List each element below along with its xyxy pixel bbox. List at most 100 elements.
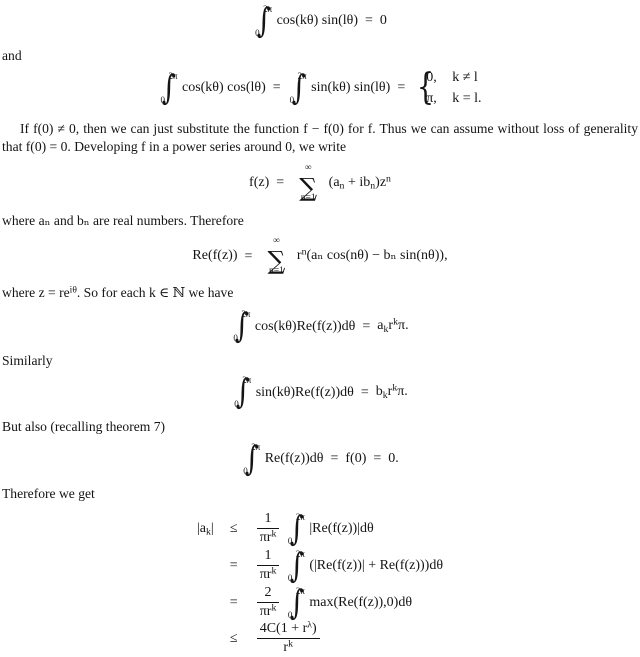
integral-lower-limit: 0 [233, 333, 238, 344]
relation-equals: = [276, 175, 285, 191]
integral-upper-limit: 2π [263, 4, 273, 14]
result-value: 0. [388, 450, 399, 466]
term-exponent: n [386, 173, 391, 185]
fraction: 1 πrk [256, 548, 280, 583]
integral-sign-icon: ∫ 2π 0 [231, 309, 250, 344]
integral-upper-limit: 2π [295, 512, 305, 523]
fraction: 2 πrk [256, 585, 280, 620]
cases-block: { 0, k ≠ l π, k = l. [414, 67, 481, 109]
integrand: max(Re(f(z)),0)dθ [309, 595, 413, 611]
equation-orthogonality-cases: ∫ 2π 0 cos(kθ) cos(lθ) = ∫ 2π 0 sin(kθ) … [0, 67, 640, 109]
function-lhs: f(z) [249, 175, 270, 191]
polar-prefix: where z = re [2, 285, 70, 301]
equation-body: Re(f(z)) = ∞ ∑ n=1 rn(aₙ cos(nθ) − bₙ si… [192, 237, 447, 276]
denominator-exponent: k [288, 638, 293, 650]
relation-symbol: = [229, 595, 238, 611]
derivation-lhs-label: |ak| [197, 511, 223, 548]
integral-sign-icon: ∫ 2π 0 [241, 441, 261, 476]
coefficient-b: b [375, 384, 383, 400]
derivation-rhs: 2 πrk ∫ 2π 0 max(Re(f(z)),0)dθ [254, 585, 443, 622]
equation-body: ∫ 2π 0 cos(kθ) cos(lθ) = ∫ 2π 0 sin(kθ) … [158, 67, 481, 109]
integral-lower-limit: 0 [287, 536, 293, 547]
derivation-row: = 2 πrk ∫ 2π 0 max(Re(f(z)),0)dθ [197, 585, 443, 622]
derivation-lhs-empty [197, 585, 223, 622]
equation-body: ∫ 2π 0 sin(kθ)Re(f(z))dθ = bkrkπ. [232, 375, 408, 409]
summation-sign-icon: ∞ ∑ n=1 [293, 164, 323, 203]
integral-upper-limit: 2π [168, 71, 178, 82]
relation-symbol: = [229, 558, 238, 574]
abs-close: | [210, 521, 214, 537]
integral-sign-icon: ∫ 2π 0 [286, 549, 305, 584]
integral-upper-limit: 2π [297, 71, 307, 82]
integral-upper-limit: 2π [295, 549, 305, 560]
equation-mean-value: ∫ 2π 0 Re(f(z))dθ = f(0) = 0. [0, 442, 640, 476]
polar-suffix: . So for each k ∈ ℕ we have [76, 285, 234, 301]
denominator-base: πr [259, 567, 272, 583]
document-page: ∫ 2π 0 cos(kθ) sin(lθ) = 0 and ∫ 2π 0 co… [0, 0, 640, 655]
integrand-first: cos(kθ) cos(lθ) [181, 80, 266, 96]
abs-open: |a [196, 521, 206, 537]
derivation-lhs-empty [197, 622, 223, 657]
connector-but-also-text: But also (recalling theorem 7) [2, 419, 166, 435]
paragraph-substitution: If f(0) ≠ 0, then we can just substitute… [0, 120, 640, 156]
connector-and: and [0, 47, 640, 65]
relation-equals: = [362, 318, 371, 334]
equation-power-series: f(z) = ∞ ∑ n=1 (an + ibn)zn [0, 164, 640, 203]
term-open: (a [328, 175, 340, 191]
term-index-1: n [339, 181, 345, 193]
left-brace-icon: { [417, 67, 435, 109]
integral-upper-limit: 2π [242, 375, 252, 386]
integral-lower-limit: 0 [255, 28, 260, 38]
integral-sign-icon: ∫ 2π 0 [232, 375, 252, 410]
relation-equals-first: = [272, 80, 281, 96]
integrand: (|Re(f(z))| + Re(f(z)))dθ [309, 558, 444, 574]
case-condition: k = l. [452, 91, 482, 107]
relation-symbol: ≤ [229, 521, 238, 537]
connector-therefore-text: Therefore we get [2, 485, 95, 501]
paragraph-polar-form: where z = reiθ. So for each k ∈ ℕ we hav… [0, 284, 640, 302]
summation-sign-icon: ∞ ∑ n=1 [261, 237, 291, 276]
integral-sign-icon: ∫ 2π 0 [158, 71, 178, 105]
integrand: sin(kθ)Re(f(z))dθ [255, 384, 354, 400]
connector-and-text: and [2, 48, 22, 63]
paragraph-text: If f(0) ≠ 0, then we can just substitute… [2, 121, 638, 155]
integral-upper-limit: 2π [295, 586, 305, 597]
fraction-denominator: πrk [257, 603, 280, 620]
integral-lower-limit: 0 [234, 399, 239, 410]
integral-lower-limit: 0 [287, 573, 293, 584]
relation-equals-first: = [330, 450, 339, 466]
relation-equals-second: = [397, 80, 406, 96]
sum-lower-limit: n=1 [300, 192, 316, 203]
result-value: 0 [379, 13, 387, 29]
paragraph-text: where aₙ and bₙ are real numbers. Theref… [2, 213, 244, 229]
connector-but-also: But also (recalling theorem 7) [0, 418, 640, 436]
equation-cosine-integral: ∫ 2π 0 cos(kθ)Re(f(z))dθ = akrkπ. [0, 309, 640, 343]
equation-body: ∫ 2π 0 cos(kθ)Re(f(z))dθ = akrkπ. [231, 309, 408, 343]
integrand: |Re(f(z))|dθ [309, 521, 374, 537]
derivation-row: = 1 πrk ∫ 2π 0 (|Re(f(z))| + Re(f(z)))dθ [197, 548, 443, 585]
integral-lower-limit: 0 [289, 95, 295, 106]
derivation-rhs: 1 πrk ∫ 2π 0 (|Re(f(z))| + Re(f(z)))dθ [254, 548, 443, 585]
integrand: Re(f(z))dθ [264, 450, 324, 466]
polar-exponent: iθ [69, 285, 77, 296]
denominator-exponent: k [271, 565, 277, 577]
denominator-exponent: k [271, 602, 277, 614]
relation-symbol: ≤ [229, 631, 238, 647]
derivation-rhs: 1 πrk ∫ 2π 0 |Re(f(z))|dθ [254, 511, 443, 548]
fraction: 1 πrk [256, 511, 280, 546]
derivation-lhs-empty [197, 548, 223, 585]
paragraph-real-coefficients: where aₙ and bₙ are real numbers. Theref… [0, 212, 640, 230]
equation-body: ∫ 2π 0 Re(f(z))dθ = f(0) = 0. [241, 442, 399, 476]
integral-upper-limit: 2π [251, 441, 261, 452]
relation-equals-second: = [373, 450, 382, 466]
integral-sign-icon: ∫ 2π 0 [288, 71, 307, 106]
series-term: (an + ibn)zn [328, 173, 391, 193]
relation-equals: = [244, 248, 253, 264]
equation-orthogonality-cos-sin: ∫ 2π 0 cos(kθ) sin(lθ) = 0 [0, 0, 640, 38]
denominator-base: πr [259, 604, 272, 620]
numerator-suffix: ) [312, 621, 317, 637]
fraction-final-bound: 4C(1 + rλ) rk [256, 620, 320, 656]
integrand: cos(kθ) sin(lθ) [276, 13, 359, 29]
relation-equals: = [360, 384, 369, 400]
integral-sign-icon: ∫ 2π 0 [286, 586, 305, 620]
